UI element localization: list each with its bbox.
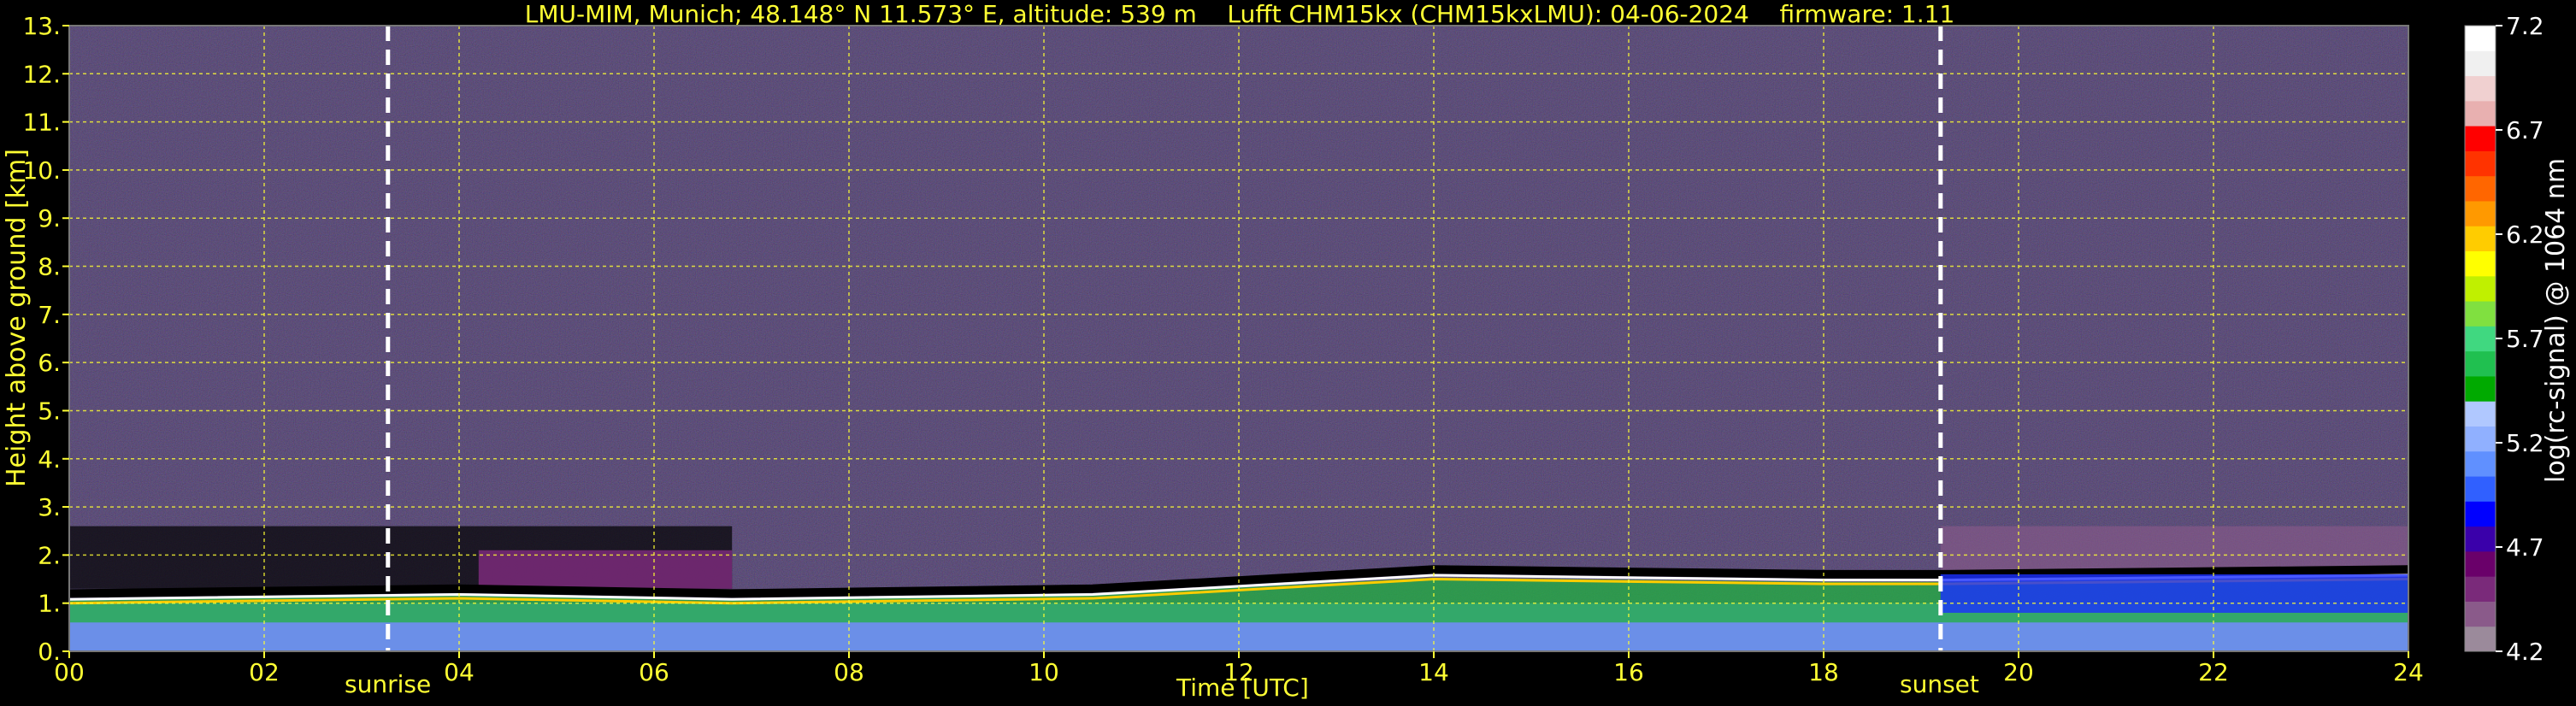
colorbar-tick-label: 5.7 <box>2506 325 2544 353</box>
colorbar-segment <box>2465 550 2496 577</box>
colorbar-segment <box>2465 200 2496 227</box>
colorbar-segment <box>2465 526 2496 552</box>
colorbar-tick-label: 6.2 <box>2506 221 2544 249</box>
colorbar: 4.2 4.7 5.2 5.7 6.2 6.7 7.2 <box>2464 12 2544 666</box>
colorbar-tick-label: 5.2 <box>2506 429 2544 457</box>
colorbar-segment <box>2465 150 2496 177</box>
colorbar-segment <box>2465 476 2496 502</box>
colorbar-tick-label: 7.2 <box>2506 12 2544 40</box>
colorbar-segment <box>2465 401 2496 427</box>
colorbar-segment <box>2465 626 2496 652</box>
colorbar-segment <box>2465 450 2496 477</box>
colorbar-tick-label: 6.7 <box>2506 116 2544 144</box>
colorbar-segment <box>2465 100 2496 126</box>
colorbar-segment <box>2465 601 2496 627</box>
colorbar-tick-label: 4.7 <box>2506 533 2544 562</box>
colorbar-segment <box>2465 426 2496 452</box>
colorbar-segment <box>2465 275 2496 302</box>
colorbar-tick-label: 4.2 <box>2506 638 2544 666</box>
colorbar-segment <box>2465 350 2496 377</box>
colorbar-segment <box>2465 226 2496 252</box>
colorbar-segment <box>2465 301 2496 327</box>
colorbar-segment <box>2465 50 2496 77</box>
colorbar-segment <box>2465 375 2496 402</box>
colorbar-segment <box>2465 75 2496 102</box>
colorbar-segment <box>2465 501 2496 527</box>
colorbar-segment <box>2465 26 2496 51</box>
colorbar-segment <box>2465 326 2496 352</box>
colorbar-label: log(rc-signal) @ 1064 nm <box>2541 157 2571 483</box>
colorbar-segment <box>2465 576 2496 602</box>
colorbar-segment <box>2465 126 2496 151</box>
colorbar-segment <box>2465 175 2496 202</box>
colorbar-segment <box>2465 250 2496 277</box>
